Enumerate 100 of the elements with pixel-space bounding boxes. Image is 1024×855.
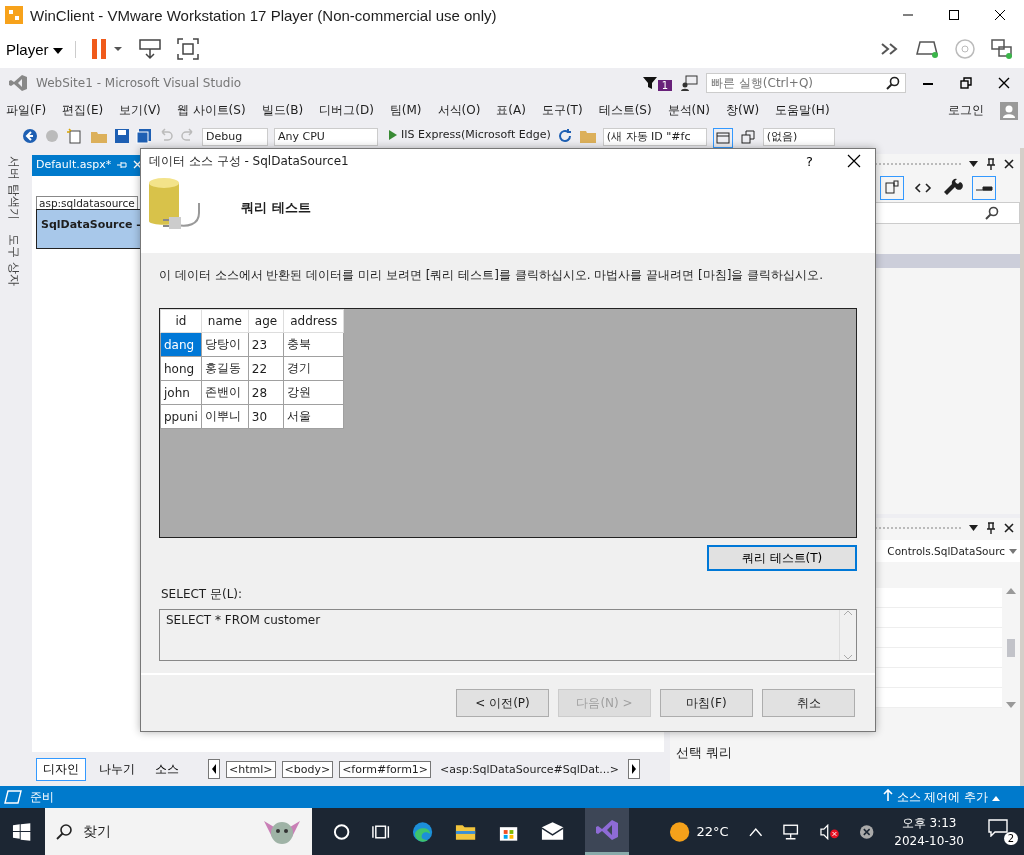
test-query-button[interactable]: 쿼리 테스트(T) (707, 545, 857, 571)
clock-time[interactable]: 오후 3:13 (901, 815, 957, 832)
column-header[interactable]: address (283, 309, 344, 333)
properties-icon[interactable] (880, 176, 904, 200)
back-icon[interactable] (22, 128, 38, 144)
login-link[interactable]: 로그인 (948, 102, 993, 119)
chevron-up-icon[interactable] (748, 826, 763, 837)
breadcrumb[interactable]: <asp:SqlDataSource#SqlDat...> (437, 760, 622, 778)
column-header[interactable]: id (160, 309, 202, 333)
browser-icon[interactable] (410, 819, 434, 844)
page-heading: 쿼리 테스트 (241, 199, 311, 217)
network-icon[interactable] (782, 823, 800, 840)
wizard-button[interactable]: 마침(F) (660, 689, 753, 717)
caret-icon (992, 795, 1000, 801)
drive-icon[interactable] (916, 39, 940, 59)
menu-item[interactable]: 표(A) (496, 102, 535, 119)
breadcrumb[interactable]: <html> (226, 760, 276, 778)
dropdown-icon[interactable] (969, 525, 978, 531)
pin-bar-icon[interactable] (972, 176, 996, 200)
notification-badge: 1 (657, 80, 672, 91)
visual-studio-logo-icon (8, 72, 28, 93)
menu-item[interactable]: 웹 사이트(S) (176, 102, 255, 119)
scroll-up-icon[interactable] (1006, 588, 1016, 594)
speaker-muted-icon[interactable] (819, 823, 839, 840)
platform-dropdown[interactable]: Any CPU (274, 128, 378, 146)
network-icon[interactable] (137, 38, 162, 60)
scroll-left-icon[interactable] (208, 759, 220, 779)
play-icon (388, 129, 398, 140)
run-button[interactable]: IIS Express(Microsoft Edge) (388, 128, 551, 141)
table-cell: 28 (248, 380, 284, 405)
menu-item[interactable]: 보기(V) (119, 102, 170, 119)
notification-center-icon[interactable] (988, 818, 1008, 837)
menu-item[interactable]: 도움말(H) (775, 102, 839, 119)
wizard-button[interactable]: 취소 (762, 689, 855, 717)
fullscreen-icon[interactable] (175, 38, 200, 60)
target-dropdown[interactable]: (새 자동 ID "#fc (602, 128, 707, 146)
dialog-title: 데이터 소스 구성 - SqlDataSource1 (149, 152, 349, 170)
help-button[interactable]: ? (800, 152, 819, 170)
clock-date[interactable]: 2024-10-30 (894, 834, 964, 848)
dropdown-icon[interactable] (969, 161, 978, 167)
menu-item[interactable]: 팀(M) (389, 102, 431, 119)
table-cell: hong (160, 356, 202, 381)
up-arrow-icon (882, 788, 893, 801)
close-icon[interactable] (1004, 159, 1014, 169)
side-tab[interactable]: 서버 탐색기 (6, 156, 22, 220)
feedback-icon[interactable] (680, 74, 698, 91)
breadcrumb[interactable]: <body> (281, 760, 334, 778)
pause-icon[interactable] (89, 38, 124, 60)
close-icon[interactable] (998, 76, 1010, 89)
menu-item[interactable]: 분석(N) (667, 102, 719, 119)
menu-item[interactable]: 편집(E) (62, 102, 113, 119)
view-tab[interactable]: 나누기 (92, 757, 142, 781)
breadcrumb[interactable]: <form#form1> (339, 760, 432, 778)
column-header[interactable]: name (201, 309, 249, 333)
pin-icon[interactable] (986, 522, 996, 534)
scroll-down-icon[interactable] (1006, 702, 1016, 708)
view-tab[interactable]: 소스 (148, 757, 186, 781)
close-icon[interactable] (847, 154, 861, 168)
pin-icon[interactable] (986, 158, 996, 170)
save-all-icon[interactable] (136, 128, 152, 144)
error-icon[interactable] (858, 823, 875, 840)
active-taskbar-button[interactable] (585, 808, 630, 855)
quick-launch-field[interactable]: 빠른 실행(Ctrl+Q) (706, 72, 906, 93)
save-icon[interactable] (114, 128, 130, 144)
circle-icon[interactable] (332, 821, 352, 842)
menu-item[interactable]: 도구(T) (541, 102, 592, 119)
window-icon[interactable] (712, 128, 733, 148)
filter-icon[interactable] (641, 74, 658, 91)
app-logo-icon (4, 5, 24, 25)
wizard-button[interactable]: < 이전(P) (456, 689, 549, 717)
new-item-icon[interactable] (66, 128, 84, 144)
menu-item[interactable]: 창(W) (725, 102, 769, 119)
user-icon[interactable] (1000, 101, 1018, 120)
scrollbar-thumb[interactable] (1007, 639, 1015, 657)
start-icon[interactable] (12, 821, 32, 842)
caret-icon (52, 46, 63, 55)
side-tab[interactable]: 도구 상자 (6, 233, 22, 286)
menu-item[interactable]: 빌드(B) (261, 102, 313, 119)
menu-item[interactable]: 테스트(S) (598, 102, 661, 119)
restore-icon[interactable] (960, 76, 972, 89)
close-icon[interactable] (994, 9, 1006, 21)
view-tab[interactable]: 디자인 (36, 757, 86, 781)
window-title: WinClient - VMware Workstation 17 Player (Non-commercial use only) (30, 6, 497, 24)
player-menu-button[interactable]: Player (6, 40, 76, 58)
menu-item[interactable]: 서식(O) (437, 102, 490, 119)
style-dropdown[interactable]: (없음) (762, 128, 835, 146)
sun-icon[interactable] (669, 820, 691, 843)
maximize-icon[interactable] (948, 9, 960, 21)
menu-item[interactable]: 파일(F) (6, 102, 56, 119)
close-icon[interactable] (1004, 523, 1014, 533)
configuration-dropdown[interactable]: Debug (202, 128, 268, 146)
refresh-icon[interactable] (556, 128, 573, 144)
column-header[interactable]: age (248, 309, 284, 333)
screens-icon[interactable] (990, 38, 1014, 60)
scroll-right-icon[interactable] (628, 759, 640, 779)
menu-item[interactable]: 디버그(D) (319, 102, 383, 119)
instruction-text: 이 데이터 소스에서 반환된 데이터를 미리 보려면 [쿼리 테스트]를 클릭하십시오. 마법사를 끝내려면 [마침]을 클릭하십시오. (159, 267, 824, 284)
restore-window-icon[interactable] (738, 128, 757, 146)
taskbar-search-field[interactable]: 찾기 (45, 808, 313, 855)
source-control-button[interactable]: 소스 제어에 추가 (882, 788, 1000, 806)
